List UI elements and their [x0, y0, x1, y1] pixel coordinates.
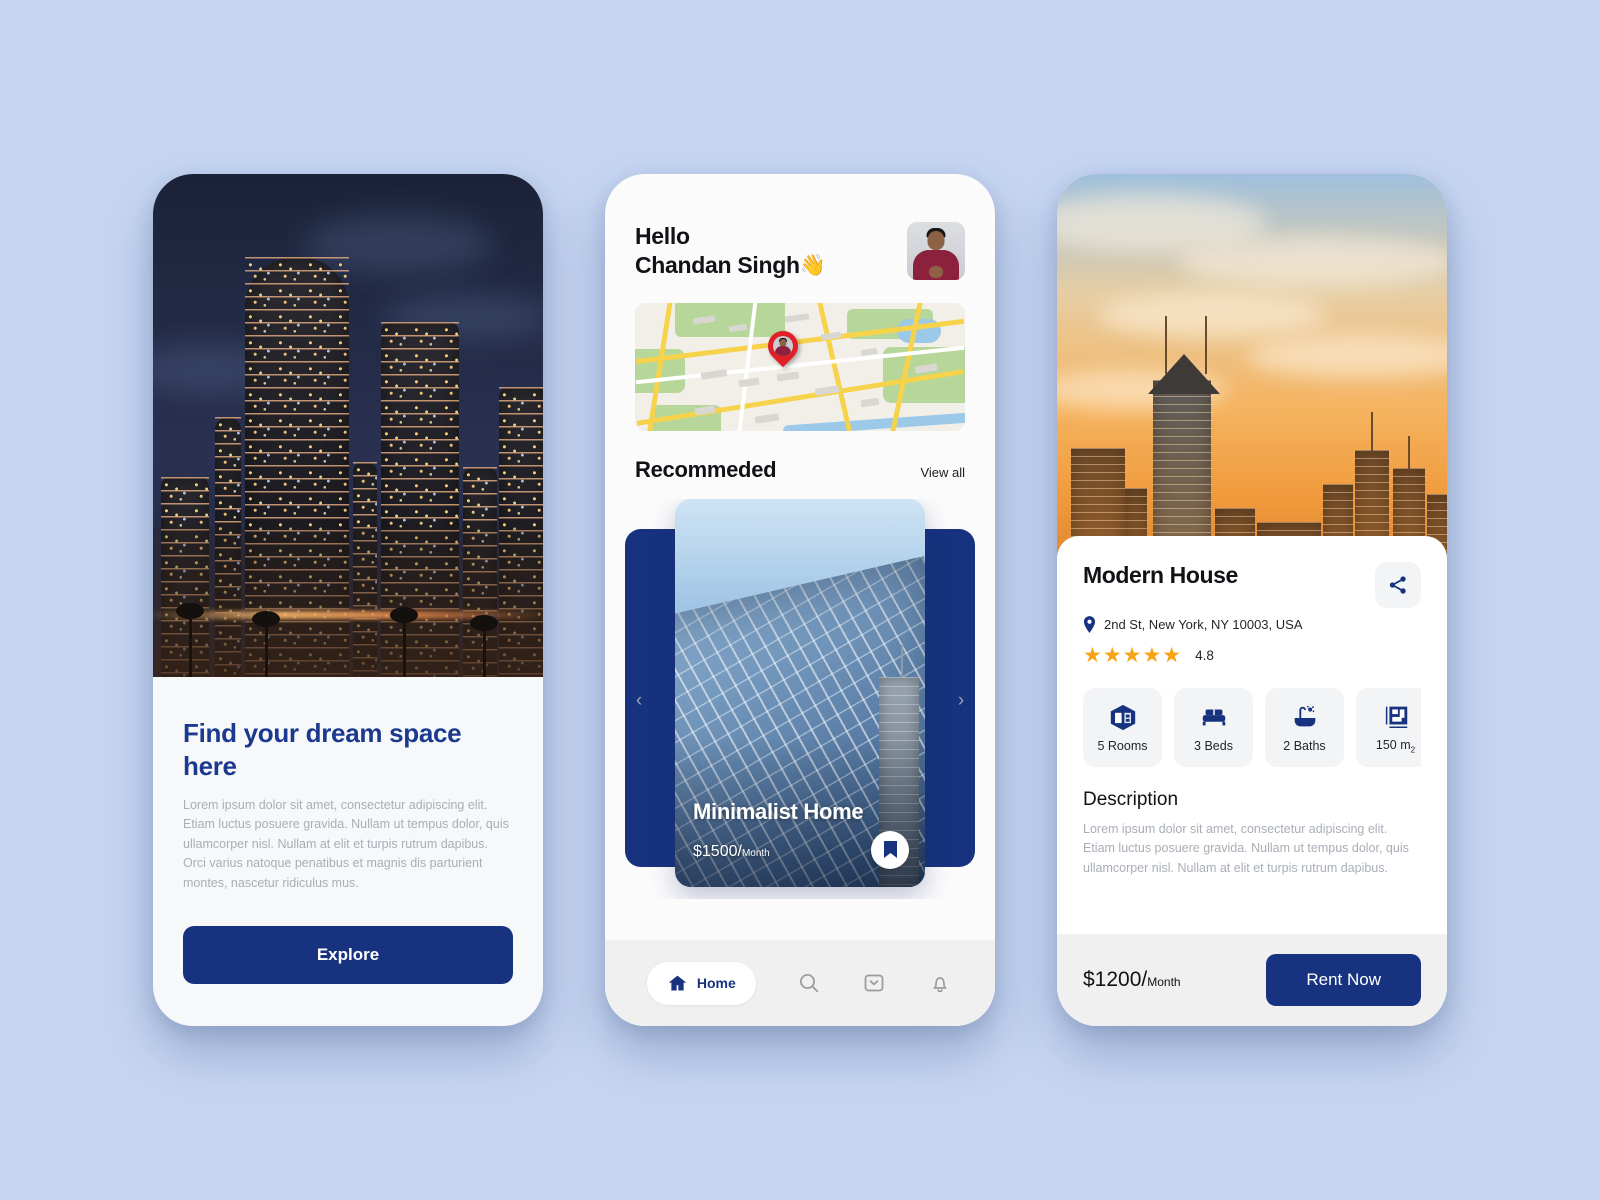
map-pin-icon	[761, 324, 805, 369]
tab-search[interactable]	[796, 970, 822, 996]
floorplan-icon	[1385, 706, 1407, 728]
explore-button[interactable]: Explore	[183, 926, 513, 984]
rating-value: 4.8	[1195, 648, 1214, 663]
wave-emoji-icon: 👋	[799, 253, 826, 277]
property-title: Modern House	[1083, 562, 1238, 588]
property-card-price-amount: $1500/	[693, 842, 742, 860]
tab-home[interactable]: Home	[646, 961, 756, 1005]
detail-title-row: Modern House	[1083, 562, 1421, 608]
bookmark-icon[interactable]	[871, 830, 909, 869]
feature-chip-area-exponent: 2	[1410, 745, 1416, 755]
avatar[interactable]	[907, 222, 965, 280]
night-cityscape-image	[153, 174, 543, 677]
property-detail-sheet: Modern House 2nd St, New York, NY 10003,…	[1057, 536, 1447, 1026]
property-card-price-unit: Month	[741, 847, 770, 859]
feature-chip-area-label: 150 m2	[1376, 738, 1415, 755]
page-title: Find your dream space here	[183, 718, 462, 781]
greeting-line-1: Hello	[635, 223, 690, 249]
feature-chips: 5 Rooms 3 Beds 2 Baths 150 m2	[1083, 688, 1421, 767]
bottom-navigation: Home	[605, 940, 995, 1026]
location-map[interactable]	[635, 302, 965, 431]
section-title: Recommeded	[635, 456, 777, 482]
location-pin-icon	[1083, 616, 1096, 633]
home-header: Hello Chandan Singh 👋	[605, 174, 995, 281]
recommended-carousel: ‹ › Minimalist Home $1500/Month	[605, 498, 995, 899]
tab-inbox[interactable]	[861, 970, 887, 996]
feature-chip-baths[interactable]: 2 Baths	[1265, 688, 1344, 767]
feature-chip-baths-label: 2 Baths	[1283, 739, 1326, 753]
carousel-next-icon[interactable]: ›	[949, 689, 973, 713]
feature-chip-beds-label: 3 Beds	[1194, 739, 1233, 753]
carousel-prev-icon[interactable]: ‹	[627, 689, 651, 713]
feature-chip-area-value: 150 m	[1375, 737, 1411, 752]
share-icon[interactable]	[1375, 562, 1421, 608]
property-card-price: $1500/Month	[693, 843, 770, 861]
rent-now-button[interactable]: Rent Now	[1266, 954, 1421, 1006]
sunset-cityscape-image	[1057, 174, 1447, 580]
recommended-section-header: Recommeded View all	[605, 431, 995, 483]
phone-screen-onboarding: Find your dream space here Lorem ipsum d…	[153, 174, 543, 1026]
screens-stage: Find your dream space here Lorem ipsum d…	[0, 0, 1600, 1200]
property-card-title: Minimalist Home	[693, 798, 864, 824]
onboarding-copy: Find your dream space here Lorem ipsum d…	[153, 677, 543, 926]
star-rating-icons: ★★★★★	[1083, 644, 1183, 667]
search-icon	[799, 974, 818, 993]
rating-row: ★★★★★ 4.8	[1083, 643, 1421, 668]
tab-home-label: Home	[696, 975, 736, 991]
view-all-link[interactable]: View all	[920, 465, 965, 480]
detail-footer: $1200/Month Rent Now	[1057, 934, 1447, 1026]
home-icon	[668, 975, 687, 990]
onboarding-footer: Explore	[153, 926, 543, 1026]
phone-screen-detail: Modern House 2nd St, New York, NY 10003,…	[1057, 174, 1447, 1026]
property-price-unit: Month	[1147, 975, 1181, 989]
bathtub-icon	[1294, 705, 1315, 727]
greeting: Hello Chandan Singh 👋	[635, 222, 826, 281]
address-row: 2nd St, New York, NY 10003, USA	[1083, 616, 1421, 633]
feature-chip-rooms[interactable]: 5 Rooms	[1083, 688, 1162, 767]
description-heading: Description	[1083, 789, 1179, 810]
greeting-line-2: Chandan Singh	[635, 252, 800, 279]
property-price-amount: $1200/	[1083, 968, 1148, 991]
feature-chip-beds[interactable]: 3 Beds	[1174, 688, 1253, 767]
description-body: Lorem ipsum dolor sit amet, consectetur …	[1083, 822, 1409, 875]
feature-chip-rooms-label: 5 Rooms	[1097, 739, 1148, 753]
tab-notifications[interactable]	[927, 970, 953, 996]
property-address: 2nd St, New York, NY 10003, USA	[1104, 617, 1303, 632]
bell-icon	[933, 977, 947, 993]
phone-screen-home: Hello Chandan Singh 👋 Recommeded View al…	[605, 174, 995, 1026]
greeting-line-2-row: Chandan Singh 👋	[635, 251, 826, 280]
property-card[interactable]: Minimalist Home $1500/Month	[675, 498, 925, 887]
onboarding-paragraph: Lorem ipsum dolor sit amet, consectetur …	[183, 798, 509, 890]
bed-icon	[1202, 709, 1225, 726]
inbox-icon	[864, 974, 884, 992]
room-cube-icon	[1110, 704, 1135, 731]
property-price: $1200/Month	[1083, 968, 1181, 992]
feature-chip-area[interactable]: 150 m2	[1356, 688, 1421, 767]
